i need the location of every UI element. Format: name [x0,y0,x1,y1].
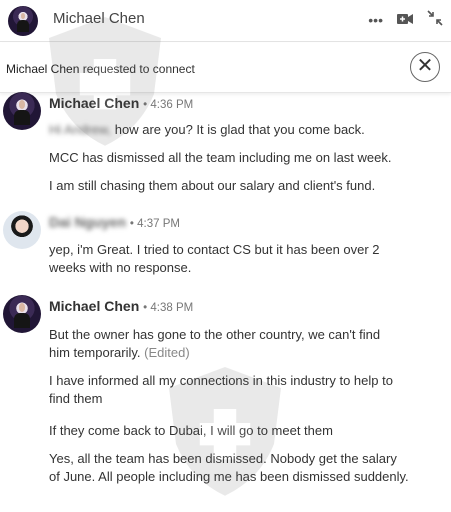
message-text: I have informed all my connections in th… [49,373,393,406]
sender-name[interactable]: Michael Chen [49,298,139,314]
header-actions: ••• [368,10,443,30]
timestamp: • 4:37 PM [129,218,180,230]
more-horizontal-icon[interactable]: ••• [368,11,383,29]
edited-label: (Edited) [144,345,190,360]
close-button[interactable]: ✕ [410,52,440,82]
message-text: I am still chasing them about our salary… [49,178,376,193]
avatar[interactable] [3,295,41,333]
message-sender: Michael Chen • 4:38 PM [49,298,193,314]
avatar[interactable] [3,92,41,130]
conversation-header: Michael Chen ••• [0,0,451,42]
minimize-icon[interactable] [427,10,443,30]
banner-text: Michael Chen requested to connect [6,62,195,76]
avatar[interactable] [3,211,41,249]
message-text: Yes, all the team has been dismissed. No… [49,451,409,484]
message-text: If they come back to Dubai, I will go to… [49,423,333,438]
avatar[interactable] [8,6,38,36]
redacted-name: Hi Andrew, [49,122,112,137]
contact-name[interactable]: Michael Chen [53,10,145,27]
sender-name[interactable]: Michael Chen [49,95,139,111]
message-sender: Michael Chen • 4:36 PM [49,95,193,111]
message-text: Hi Andrew, how are you? It is glad that … [49,122,365,137]
sender-name[interactable]: Dai Nguyen [49,214,126,230]
timestamp: • 4:38 PM [143,302,194,314]
banner-message: requested to connect [82,62,195,76]
message-sender: Dai Nguyen • 4:37 PM [49,214,180,230]
connection-request-banner: Michael Chen requested to connect [0,43,451,93]
video-call-icon[interactable] [397,11,413,29]
message-text: MCC has dismissed all the team including… [49,150,392,165]
requester-name[interactable]: Michael Chen [6,62,79,76]
message-text: But the owner has gone to the other coun… [49,327,381,360]
timestamp: • 4:36 PM [143,99,194,111]
message-text: yep, i'm Great. I tried to contact CS bu… [49,242,380,275]
